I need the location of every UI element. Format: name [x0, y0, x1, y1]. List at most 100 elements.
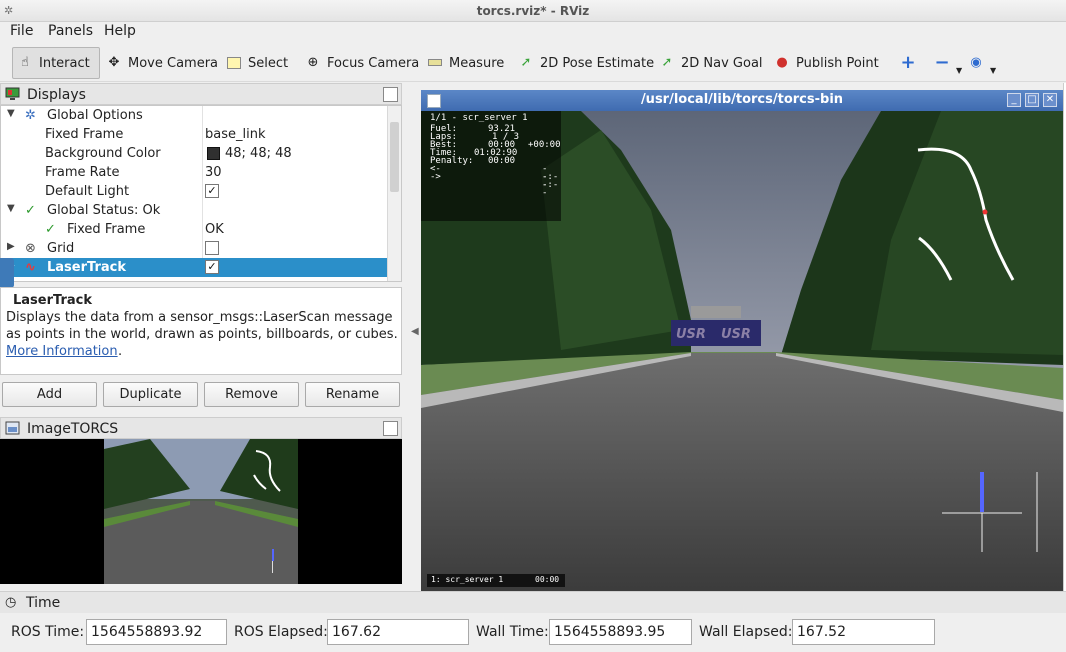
frame-rate-value[interactable]: 30	[205, 165, 222, 180]
add-tool-button[interactable]: +	[900, 47, 922, 79]
default-light-checkbox[interactable]: ✓	[205, 184, 219, 198]
check-icon: ✓	[45, 222, 56, 237]
tree-label: Global Status: Ok	[47, 203, 161, 218]
hud-extra: --:--	[542, 172, 559, 198]
torcs-window-titlebar[interactable]: /usr/local/lib/torcs/torcs-bin _ □ ✕	[421, 90, 1063, 111]
measure-tool-button[interactable]: Measure	[427, 47, 504, 79]
tree-label: Default Light	[45, 184, 130, 199]
gear-icon: ✲	[25, 108, 36, 123]
chevron-down-icon: ▼	[956, 65, 963, 75]
expand-down-icon[interactable]: ▼	[7, 203, 15, 214]
fixed-frame-value[interactable]: base_link	[205, 127, 265, 142]
map-pin-icon: ●	[776, 55, 788, 70]
hud-footer-left: 1: scr_server 1	[431, 575, 504, 584]
tree-label: Frame Rate	[45, 165, 120, 180]
expand-right-icon[interactable]: ▶	[7, 241, 15, 252]
torcs-window-title: /usr/local/lib/torcs/torcs-bin	[640, 92, 844, 107]
color-swatch[interactable]	[207, 147, 220, 160]
torcs-hud: 1/1 - scr_server 1 Fuel: 93.21 Laps: 1 / 3…	[430, 113, 561, 198]
duplicate-button[interactable]: Duplicate	[103, 382, 198, 407]
displays-float-checkbox[interactable]	[383, 87, 398, 102]
plus-icon: +	[900, 52, 916, 73]
displays-title: Displays	[27, 87, 86, 103]
hand-pointer-icon: ☝	[21, 55, 29, 70]
move-camera-icon: ✥	[108, 55, 120, 70]
tree-label: Global Options	[47, 108, 143, 123]
rename-button[interactable]: Rename	[305, 382, 400, 407]
ros-elapsed-field[interactable]: 167.62	[327, 619, 469, 645]
publish-point-tool-button[interactable]: ● Publish Point	[774, 47, 879, 79]
lasertrack-checkbox[interactable]: ✓	[205, 260, 219, 274]
move-camera-label: Move Camera	[128, 55, 219, 71]
grid-checkbox[interactable]	[205, 241, 219, 255]
pose-estimate-tool-button[interactable]: ➚ 2D Pose Estimate	[518, 47, 655, 79]
hud-line: -> --:--	[430, 173, 560, 198]
side-drag-handle[interactable]	[0, 258, 14, 288]
tree-row-background-color[interactable]: Background Color 48; 48; 48	[1, 144, 387, 163]
tree-label: LaserTrack	[47, 260, 126, 275]
expand-down-icon[interactable]: ▼	[7, 108, 15, 119]
wall-elapsed-field[interactable]: 167.52	[792, 619, 935, 645]
view-tool-button[interactable]: ◉ ▼	[968, 47, 996, 79]
description-title: LaserTrack	[13, 293, 92, 308]
tree-label: Fixed Frame	[45, 127, 124, 142]
minus-icon: −	[934, 52, 950, 73]
image-panel-header: ImageTORCS	[0, 417, 402, 439]
move-camera-tool-button[interactable]: ✥ Move Camera	[106, 47, 218, 79]
tree-row-fixed-frame[interactable]: Fixed Frame base_link	[1, 125, 387, 144]
add-button[interactable]: Add	[2, 382, 97, 407]
interact-label: Interact	[39, 55, 90, 71]
collapse-arrow-icon[interactable]: ◀	[411, 326, 419, 337]
publish-point-label: Publish Point	[796, 55, 879, 71]
remove-button[interactable]: Remove	[204, 382, 299, 407]
more-information-period: .	[118, 344, 123, 359]
description-text: Displays the data from a sensor_msgs::La…	[6, 310, 398, 342]
interact-tool-button[interactable]: ☝ Interact	[12, 47, 100, 79]
display-description: LaserTrack Displays the data from a sens…	[0, 287, 402, 375]
ros-time-label: ROS Time:	[11, 624, 85, 640]
image-view	[0, 439, 402, 584]
focus-camera-tool-button[interactable]: ⊕ Focus Camera	[305, 47, 420, 79]
monitor-icon	[5, 87, 20, 101]
wall-time-label: Wall Time:	[476, 624, 549, 640]
maximize-icon[interactable]: □	[1025, 93, 1039, 107]
tree-row-global-status[interactable]: ▼ ✓ Global Status: Ok	[1, 201, 387, 220]
select-tool-button[interactable]: Select	[226, 47, 288, 79]
banner-left: USR	[676, 327, 706, 342]
green-arrow-icon: ➚	[520, 55, 532, 70]
displays-tree: ▼ ✲ Global Options Fixed Frame base_link…	[0, 105, 402, 282]
grid-icon: ⊗	[25, 241, 36, 256]
hud-header: 1/1 - scr_server 1	[430, 113, 528, 123]
more-information-link[interactable]: More Information	[6, 344, 118, 359]
tree-row-default-light[interactable]: Default Light ✓	[1, 182, 387, 201]
select-icon	[226, 55, 242, 71]
time-panel-header: ◷ Time	[0, 591, 1066, 613]
hud-extra: +00:00	[528, 140, 561, 150]
nav-goal-tool-button[interactable]: ➚ 2D Nav Goal	[659, 47, 763, 79]
menu-file[interactable]: File	[10, 23, 33, 39]
tree-row-lasertrack[interactable]: ▶ ∿ LaserTrack ✓	[1, 258, 387, 277]
nav-goal-label: 2D Nav Goal	[681, 55, 763, 71]
status-value: OK	[205, 222, 224, 237]
check-icon: ✓	[25, 203, 36, 218]
minimize-icon[interactable]: _	[1007, 93, 1021, 107]
title-bar: ✲ torcs.rviz* - RViz	[0, 0, 1066, 22]
scrollbar-thumb[interactable]	[390, 122, 399, 192]
green-arrow-icon: ➚	[661, 55, 673, 70]
pose-estimate-label: 2D Pose Estimate	[540, 55, 655, 71]
chevron-down-icon: ▼	[990, 65, 997, 75]
remove-tool-button[interactable]: − ▼	[934, 47, 962, 79]
close-icon[interactable]: ✕	[1043, 93, 1057, 107]
ros-time-field[interactable]: 1564558893.92	[86, 619, 227, 645]
background-color-value[interactable]: 48; 48; 48	[225, 146, 292, 161]
tree-row-frame-rate[interactable]: Frame Rate 30	[1, 163, 387, 182]
menu-panels[interactable]: Panels	[48, 23, 93, 39]
tree-row-global-options[interactable]: ▼ ✲ Global Options	[1, 106, 387, 125]
tree-row-grid[interactable]: ▶ ⊗ Grid	[1, 239, 387, 258]
banner-right: USR	[721, 327, 751, 342]
menu-help[interactable]: Help	[104, 23, 136, 39]
tree-scrollbar[interactable]	[387, 106, 401, 281]
wall-time-field[interactable]: 1564558893.95	[549, 619, 692, 645]
image-float-checkbox[interactable]	[383, 421, 398, 436]
tree-row-status-fixed-frame[interactable]: ✓ Fixed Frame OK	[1, 220, 387, 239]
